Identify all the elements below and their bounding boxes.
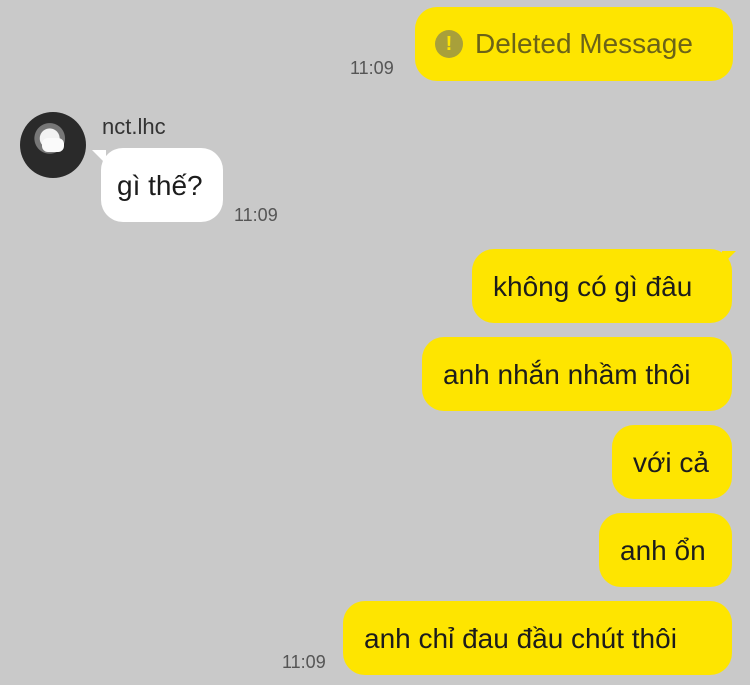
outgoing-message-bubble[interactable]: anh ổn (599, 513, 732, 587)
message-text: gì thế? (117, 170, 203, 201)
message-timestamp: 11:09 (350, 58, 394, 78)
message-text: anh nhắn nhầm thôi (443, 359, 691, 390)
message-text: anh chỉ đau đầu chút thôi (364, 623, 677, 654)
message-text: với cả (633, 447, 709, 478)
deleted-message-bubble[interactable]: ! Deleted Message (415, 7, 733, 81)
outgoing-message-bubble[interactable]: với cả (612, 425, 732, 499)
message-timestamp: 11:09 (282, 652, 326, 672)
outgoing-message-bubble[interactable]: không có gì đâu (472, 249, 732, 323)
outgoing-message-bubble[interactable]: anh nhắn nhầm thôi (422, 337, 732, 411)
message-text: không có gì đâu (493, 271, 693, 302)
outgoing-message-bubble[interactable]: anh chỉ đau đầu chút thôi (343, 601, 732, 675)
deleted-message-text: Deleted Message (475, 28, 693, 59)
message-timestamp: 11:09 (234, 205, 278, 225)
warning-icon: ! (435, 30, 463, 58)
sender-name: nct.lhc (102, 114, 166, 139)
message-text: anh ổn (620, 535, 706, 566)
incoming-message-bubble[interactable]: gì thế? (101, 148, 223, 222)
avatar[interactable] (20, 112, 86, 178)
